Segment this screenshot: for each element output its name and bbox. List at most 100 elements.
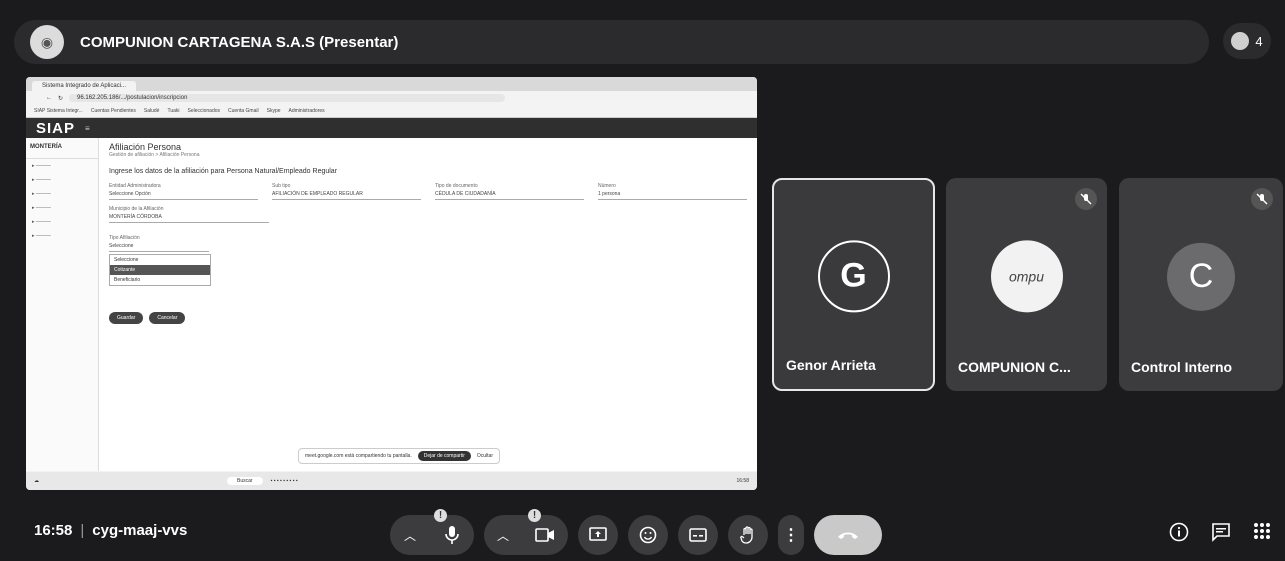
captions-button[interactable] bbox=[678, 515, 718, 555]
form-field[interactable]: Entidad Administradora Seleccione Opción bbox=[109, 183, 258, 200]
field-value[interactable]: AFILIACIÓN DE EMPLEADO REGULAR bbox=[272, 189, 421, 200]
hand-icon bbox=[740, 526, 753, 544]
select-value[interactable]: Seleccione bbox=[109, 241, 209, 252]
bookmark-item[interactable]: Seleccionados bbox=[188, 108, 221, 114]
raise-hand-button[interactable] bbox=[728, 515, 768, 555]
meeting-time: 16:58 bbox=[34, 522, 73, 539]
mic-off-icon bbox=[1251, 188, 1273, 210]
back-icon[interactable]: ← bbox=[46, 95, 52, 101]
sidebar-item[interactable]: ▸ ——— bbox=[26, 173, 98, 187]
form-field[interactable]: Tipo de documento CÉDULA DE CIUDADANÍA bbox=[435, 183, 584, 200]
os-taskbar: ☁ Buscar ▪ ▪ ▪ ▪ ▪ ▪ ▪ ▪ ▪ 16:58 bbox=[26, 472, 757, 490]
field-value[interactable]: 1 persona bbox=[598, 189, 747, 200]
presenter-title: COMPUNION CARTAGENA S.A.S (Presentar) bbox=[80, 33, 399, 51]
people-icon bbox=[1231, 32, 1250, 50]
bookmark-item[interactable]: Saludé bbox=[144, 108, 160, 114]
browser-tab-strip: Sistema Integrado de Aplicaci... bbox=[26, 77, 757, 91]
dropdown-option[interactable]: Cotizante bbox=[110, 265, 210, 275]
bookmark-item[interactable]: Cuenta Gmail bbox=[228, 108, 259, 114]
mic-icon[interactable] bbox=[444, 525, 460, 545]
meeting-code: cyg-maaj-vvs bbox=[92, 522, 188, 539]
hint-text: meet.google.com está compartiendo tu pan… bbox=[305, 453, 412, 459]
bookmarks-bar: SIAP Sistema Integr... Cuentas Pendiente… bbox=[26, 105, 757, 118]
bookmark-item[interactable]: Tuaki bbox=[167, 108, 179, 114]
participant-tile[interactable]: G Genor Arrieta bbox=[772, 178, 935, 391]
app-logo: SIAP bbox=[36, 119, 76, 137]
browser-toolbar: ← ↻ 96.162.205.186/.../postulacion/inscr… bbox=[26, 91, 757, 105]
presenter-bar: ◉ COMPUNION CARTAGENA S.A.S (Presentar) bbox=[14, 20, 1209, 64]
form-field[interactable]: Municipio de la Afiliación MONTERÍA CÓRD… bbox=[109, 206, 269, 223]
participant-count: 4 bbox=[1255, 33, 1263, 49]
presenter-avatar: ◉ bbox=[30, 25, 64, 59]
field-value[interactable]: CÉDULA DE CIUDADANÍA bbox=[435, 189, 584, 200]
breadcrumb: Gestión de afiliación > Afiliación Perso… bbox=[109, 152, 200, 158]
dropdown-option[interactable]: Beneficiario bbox=[110, 275, 210, 285]
participant-tile[interactable]: C Control Interno bbox=[1119, 178, 1283, 391]
emoji-icon bbox=[639, 526, 657, 544]
bookmark-item[interactable]: Administradores bbox=[289, 108, 325, 114]
mic-off-icon bbox=[1075, 188, 1097, 210]
hang-up-icon bbox=[838, 532, 858, 539]
avatar: G bbox=[817, 239, 890, 312]
leave-call-button[interactable] bbox=[814, 515, 882, 555]
sidebar-item[interactable]: ▸ ——— bbox=[26, 229, 98, 243]
participant-tile[interactable]: ompu COMPUNION C... bbox=[946, 178, 1107, 391]
meeting-details-button[interactable] bbox=[1169, 522, 1189, 547]
side-panel-controls bbox=[1169, 522, 1271, 547]
app-header: SIAP ≡ bbox=[26, 118, 757, 138]
participant-logo: ompu bbox=[990, 239, 1063, 312]
bookmark-item[interactable]: SIAP Sistema Integr... bbox=[34, 108, 83, 114]
microphone-control: ︿ ! bbox=[390, 509, 474, 555]
field-value[interactable]: MONTERÍA CÓRDOBA bbox=[109, 212, 269, 223]
captions-icon bbox=[689, 528, 707, 542]
bookmark-item[interactable]: Cuentas Pendientes bbox=[91, 108, 136, 114]
call-controls: ︿ ! ︿ ! ⋮ bbox=[390, 509, 882, 555]
taskbar-apps[interactable]: ▪ ▪ ▪ ▪ ▪ ▪ ▪ ▪ ▪ bbox=[271, 478, 298, 484]
field-value[interactable]: Seleccione Opción bbox=[109, 189, 258, 200]
dropdown-option[interactable]: Seleccione bbox=[110, 255, 210, 265]
app-body: MONTERÍA ▸ ——— ▸ ——— ▸ ——— ▸ ——— ▸ ——— ▸… bbox=[26, 138, 757, 471]
more-options-button[interactable]: ⋮ bbox=[778, 515, 804, 555]
app-main: Afiliación Persona Gestión de afiliación… bbox=[99, 138, 757, 471]
sidebar-item[interactable]: ▸ ——— bbox=[26, 201, 98, 215]
city-logo: MONTERÍA bbox=[26, 142, 98, 159]
weather-icon[interactable]: ☁ bbox=[34, 478, 39, 484]
app-sidebar: MONTERÍA ▸ ——— ▸ ——— ▸ ——— ▸ ——— ▸ ——— ▸… bbox=[26, 138, 99, 471]
sidebar-item[interactable]: ▸ ——— bbox=[26, 215, 98, 229]
chat-icon bbox=[1212, 523, 1230, 542]
mic-warning-badge: ! bbox=[434, 509, 447, 522]
hide-hint-button[interactable]: Ocultar bbox=[477, 453, 493, 459]
form-field[interactable]: Sub tipo AFILIACIÓN DE EMPLEADO REGULAR bbox=[272, 183, 421, 200]
form-field[interactable]: Tipo Afiliación Seleccione bbox=[109, 235, 209, 252]
participant-name: COMPUNION C... bbox=[958, 359, 1071, 375]
shared-screen: Sistema Integrado de Aplicaci... ← ↻ 96.… bbox=[26, 77, 757, 490]
info-icon bbox=[1169, 522, 1189, 542]
stop-sharing-button[interactable]: Dejar de compartir bbox=[417, 451, 471, 461]
apps-grid-icon bbox=[1254, 523, 1270, 539]
participant-name: Control Interno bbox=[1131, 359, 1233, 375]
chat-button[interactable] bbox=[1211, 522, 1231, 547]
save-button[interactable]: Guardar bbox=[109, 312, 144, 324]
address-bar[interactable]: 96.162.205.186/.../postulacion/inscripci… bbox=[69, 94, 506, 102]
sidebar-item[interactable]: ▸ ——— bbox=[26, 159, 98, 173]
camera-control: ︿ ! bbox=[484, 509, 568, 555]
page-title: Afiliación Persona bbox=[109, 142, 182, 152]
camera-options-chevron-icon[interactable]: ︿ bbox=[497, 527, 509, 544]
sidebar-item[interactable]: ▸ ——— bbox=[26, 187, 98, 201]
dropdown-list: Seleccione Cotizante Beneficiario bbox=[109, 254, 211, 286]
mic-options-chevron-icon[interactable]: ︿ bbox=[404, 527, 416, 544]
reactions-button[interactable] bbox=[628, 515, 668, 555]
activities-button[interactable] bbox=[1253, 522, 1271, 547]
bookmark-item[interactable]: Skype bbox=[267, 108, 281, 114]
cancel-button[interactable]: Cancelar bbox=[149, 312, 186, 324]
participants-button[interactable]: 4 bbox=[1223, 23, 1271, 59]
menu-icon[interactable]: ≡ bbox=[85, 124, 90, 133]
camera-icon[interactable] bbox=[535, 528, 555, 542]
taskbar-clock: 16:58 bbox=[736, 478, 749, 484]
present-screen-button[interactable] bbox=[578, 515, 618, 555]
browser-tab[interactable]: Sistema Integrado de Aplicaci... bbox=[32, 81, 137, 91]
taskbar-search[interactable]: Buscar bbox=[227, 477, 263, 485]
avatar: C bbox=[1167, 242, 1235, 311]
form-field[interactable]: Número 1 persona bbox=[598, 183, 747, 200]
reload-icon[interactable]: ↻ bbox=[58, 95, 63, 102]
